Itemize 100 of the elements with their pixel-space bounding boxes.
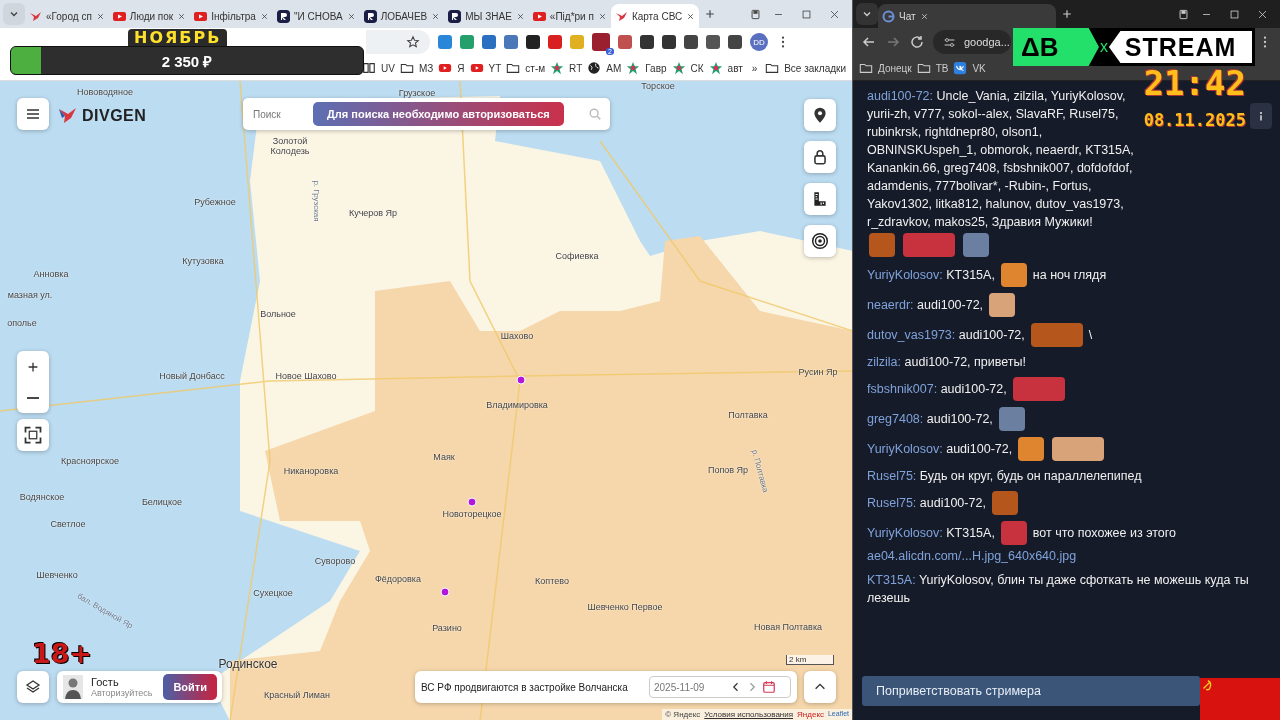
place-label: Торское bbox=[641, 81, 675, 91]
place-label: Никаноровка bbox=[283, 466, 339, 476]
place-label: Красноярское bbox=[60, 456, 120, 466]
clock-date: 08.11.2025 bbox=[1143, 110, 1246, 130]
bookmark-item[interactable]: авт bbox=[708, 61, 743, 75]
bookmark-item[interactable]: Донецк bbox=[859, 61, 912, 75]
place-label: Водянское bbox=[19, 492, 65, 502]
bookmark-item[interactable]: Я bbox=[438, 61, 465, 75]
place-label: Кутузовка bbox=[182, 256, 224, 266]
place-label: Кучеров Яр bbox=[348, 208, 398, 218]
message-text: \ bbox=[1088, 327, 1093, 344]
browser-tab[interactable]: Карта СВС bbox=[610, 4, 700, 28]
greet-streamer-button[interactable]: Поприветствовать стримера bbox=[862, 676, 1200, 706]
place-label: мазная ул. bbox=[7, 290, 53, 300]
place-label: Рубежное bbox=[194, 197, 236, 207]
message-text: на ноч глядя bbox=[1032, 267, 1107, 284]
chat-message: YuriyKolosov: audi100-72, bbox=[867, 441, 1013, 458]
chat-message: KT315A: YuriyKolosov, блин ты даже сфоткать не можешь куда ты лезешь bbox=[867, 572, 1250, 607]
browser-tab[interactable]: «Під*ри п bbox=[528, 4, 611, 28]
user-name: Гость bbox=[91, 676, 120, 688]
clock-time: 21:42 bbox=[1143, 64, 1246, 102]
bookmark-item[interactable]: СК bbox=[671, 61, 704, 75]
place-label: Разино bbox=[432, 623, 462, 633]
browser-tab[interactable]: МЫ ЗНАЕ bbox=[444, 4, 529, 28]
stream-logo-text: STREAM bbox=[1109, 31, 1252, 63]
browser-tab[interactable]: Чат bbox=[878, 4, 1056, 28]
place-label: Красный Лиман bbox=[264, 690, 330, 700]
place-label: Нововодяное bbox=[77, 87, 133, 97]
place-label: Маяк bbox=[433, 452, 455, 462]
bookmark-item[interactable]: YT bbox=[469, 61, 502, 75]
browser-tab[interactable]: «Город сп bbox=[25, 4, 109, 28]
chat-message: fsbshnik007: audi100-72, bbox=[867, 381, 1007, 398]
bookmark-item[interactable]: МЗ bbox=[399, 61, 434, 75]
terms-link[interactable]: Условия использования bbox=[704, 710, 794, 719]
place-label: Шевченко Первое bbox=[587, 602, 663, 612]
place-label: Белицкое bbox=[141, 497, 183, 507]
chat-message: audi100-72: Uncle_Vania, zilzila, YuriyKolosov, yurii-zh, v777, sokol--alex, SlavaRF, Rusel75, rubinkrsk, rightdnepr80, olson1, OBNINSKUspeh_1, obmorok, neaerdr, KT315A, Kanankin.66, greg7408, fsbshnik007, dofdofdof, adamdenis, 777bolivar*, -Rubin-, Fortus, Yakov1302, litka812, halunov, dutov_vas1973, r_zdravkov, makos25, Здравия Мужики! bbox=[867, 88, 1135, 231]
all-bookmarks-item[interactable]: Все закладки bbox=[765, 61, 846, 75]
auth-notice: Для поиска необходимо авторизоваться bbox=[313, 102, 564, 126]
place-label: Полтавка bbox=[728, 410, 768, 420]
chat-message: Rusel75: audi100-72, bbox=[867, 495, 986, 512]
month-title: НОЯБРЬ bbox=[128, 29, 228, 46]
more-bookmarks-button[interactable]: » bbox=[751, 62, 758, 74]
bookmark-item[interactable]: АМ bbox=[587, 61, 622, 75]
place-label: ополье bbox=[7, 318, 37, 328]
place-label: Светлое bbox=[50, 519, 86, 529]
place-label: Золотой Колодезь bbox=[269, 136, 311, 156]
place-label: Фёдоровка bbox=[375, 574, 421, 584]
bookmark-item[interactable]: ТВ bbox=[916, 61, 949, 75]
site-logo-text: DIVGEN bbox=[82, 107, 147, 125]
place-label: Анновка bbox=[33, 269, 69, 279]
place-label: Вольное bbox=[260, 309, 296, 319]
bookmark-item[interactable]: Гавр bbox=[626, 61, 667, 75]
bookmark-item[interactable]: RT bbox=[550, 61, 583, 75]
date-field[interactable]: 2025-11-09 bbox=[649, 676, 791, 698]
chat-message: YuriyKolosov: KT315A, bbox=[867, 267, 995, 284]
place-label: Новый Донбасс bbox=[159, 371, 225, 381]
place-label: Шевченко bbox=[36, 570, 78, 580]
map-scale: 2 km bbox=[786, 655, 834, 665]
browser-tab[interactable]: Люди пок bbox=[108, 4, 191, 28]
date-input[interactable]: 2025-11-09 bbox=[654, 681, 726, 693]
chat-message: Rusel75: Будь он круг, будь он параллелепипед bbox=[867, 468, 1142, 485]
place-label: Новая Полтавка bbox=[754, 622, 822, 632]
address-bar[interactable]: goodga... bbox=[933, 30, 1011, 54]
chat-message: greg7408: audi100-72, bbox=[867, 411, 993, 428]
place-label: Грузское bbox=[398, 88, 436, 98]
chat-message: zilzila: audi100-72, приветы! bbox=[867, 354, 1026, 371]
chat-message: YuriyKolosov: KT315A, bbox=[867, 525, 995, 542]
user-status: Авторизуйтесь bbox=[91, 688, 153, 698]
river-label: р. Полтавка bbox=[749, 448, 771, 494]
age-rating: 18+ bbox=[32, 640, 93, 668]
place-label: Русин Яр bbox=[798, 367, 838, 377]
place-label: Попов Яр bbox=[707, 465, 749, 475]
place-label: Сухецкое bbox=[253, 588, 293, 598]
browser-tab[interactable]: Інфільтра bbox=[190, 4, 273, 28]
place-label: Шахово bbox=[500, 331, 534, 341]
news-headline[interactable]: ВС РФ продвигаются в застройке Волчанска bbox=[421, 681, 628, 693]
browser-tab[interactable]: ЛОБАЧЕВ bbox=[359, 4, 445, 28]
bookmark-item[interactable]: ст-м bbox=[506, 61, 546, 75]
chat-message: neaerdr: audi100-72, bbox=[867, 297, 984, 314]
stream-logo-mark: ΔB bbox=[1013, 28, 1099, 66]
place-label: Софиевка bbox=[555, 251, 599, 261]
message-link[interactable]: ae04.alicdn.com/...H.jpg_640x640.jpg bbox=[867, 547, 1258, 565]
river-label: р. Грузская bbox=[311, 180, 321, 222]
place-label: Новоторецкое bbox=[442, 509, 502, 519]
place-label: Новое Шахово bbox=[275, 371, 337, 381]
place-label: Суворово bbox=[314, 556, 356, 566]
login-button[interactable]: Войти bbox=[163, 674, 217, 700]
browser-tab[interactable]: "И СНОВА bbox=[272, 4, 360, 28]
search-field[interactable]: Поиск bbox=[251, 107, 305, 121]
place-label: Коптево bbox=[535, 576, 569, 586]
place-label: Родинское bbox=[218, 657, 278, 671]
chat-message: dutov_vas1973: audi100-72, bbox=[867, 327, 1025, 344]
goal-amount: 2 350 ₽ bbox=[161, 51, 213, 71]
map-provider: Яндекс bbox=[797, 710, 824, 719]
message-text: вот что похожее из этого bbox=[1032, 525, 1177, 542]
profile-avatar[interactable]: DD bbox=[750, 33, 768, 51]
place-label: Владимировка bbox=[486, 400, 548, 410]
stream-logo-separator: x bbox=[1099, 37, 1109, 57]
bookmark-item[interactable]: VK bbox=[953, 61, 986, 75]
